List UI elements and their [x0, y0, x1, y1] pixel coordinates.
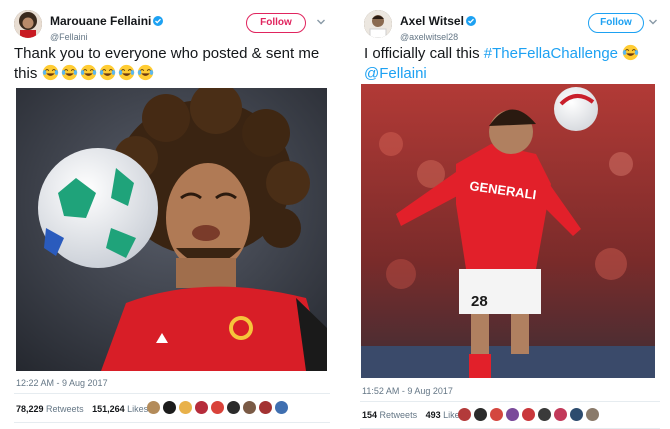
liker-avatar[interactable]	[554, 408, 567, 421]
liker-avatar[interactable]	[211, 401, 224, 414]
divider	[14, 422, 330, 423]
tweet-text: I officially call this #TheFellaChalleng…	[364, 44, 660, 84]
tweet-card-witsel: Axel Witsel @axelwitsel28 Follow I offic…	[350, 0, 670, 429]
avatar[interactable]	[14, 10, 42, 38]
liker-avatar[interactable]	[490, 408, 503, 421]
liker-avatar[interactable]	[147, 401, 160, 414]
liker-avatar[interactable]	[195, 401, 208, 414]
author-names: Marouane Fellaini @Fellaini	[50, 12, 164, 43]
retweets-stat[interactable]: 154 Retweets	[362, 410, 417, 420]
retweets-label: Retweets	[379, 410, 418, 420]
display-name[interactable]: Axel Witsel	[400, 14, 464, 28]
chevron-down-icon[interactable]	[648, 17, 658, 27]
follow-button[interactable]: Follow	[588, 13, 644, 33]
liker-avatar[interactable]	[474, 408, 487, 421]
likes-count: 493	[425, 410, 441, 420]
divider	[14, 393, 330, 394]
liker-avatar[interactable]	[458, 408, 471, 421]
tweet-header: Marouane Fellaini @Fellaini Follow	[14, 10, 330, 44]
tweet-timestamp[interactable]: 11:52 AM - 9 Aug 2017	[362, 386, 453, 396]
retweets-count: 154	[362, 410, 378, 420]
handle[interactable]: @axelwitsel28	[400, 31, 476, 43]
tweet-card-fellaini: Marouane Fellaini @Fellaini Follow Thank…	[0, 0, 338, 429]
tweet-timestamp[interactable]: 12:22 AM - 9 Aug 2017	[16, 378, 108, 388]
likes-stat[interactable]: 151,264 Likes	[92, 404, 148, 414]
liker-avatars	[147, 401, 291, 414]
football-header-photo-icon	[16, 88, 327, 371]
liker-avatar[interactable]	[522, 408, 535, 421]
follow-button[interactable]: Follow	[246, 13, 306, 33]
football-header-photo-icon: GENERALI 28	[361, 84, 655, 378]
divider	[360, 401, 660, 402]
likes-count: 151,264	[92, 404, 125, 414]
verified-badge-icon	[153, 16, 164, 26]
author-names: Axel Witsel @axelwitsel28	[400, 12, 476, 43]
liker-avatar[interactable]	[179, 401, 192, 414]
retweets-count: 78,229	[16, 404, 44, 414]
avatar[interactable]	[364, 10, 392, 38]
liker-avatar[interactable]	[275, 401, 288, 414]
avatar-image	[14, 10, 42, 38]
liker-avatar[interactable]	[538, 408, 551, 421]
chevron-down-icon[interactable]	[316, 17, 326, 27]
liker-avatar[interactable]	[259, 401, 272, 414]
liker-avatar[interactable]	[586, 408, 599, 421]
liker-avatars	[458, 408, 602, 421]
jersey-number: 28	[471, 293, 488, 310]
display-name[interactable]: Marouane Fellaini	[50, 14, 151, 28]
mention-link[interactable]: @Fellaini	[364, 65, 427, 82]
liker-avatar[interactable]	[163, 401, 176, 414]
liker-avatar[interactable]	[243, 401, 256, 414]
retweets-stat[interactable]: 78,229 Retweets	[16, 404, 84, 414]
avatar-image	[364, 10, 392, 38]
liker-avatar[interactable]	[570, 408, 583, 421]
tweet-photo[interactable]: GENERALI 28	[361, 84, 655, 378]
liker-avatar[interactable]	[506, 408, 519, 421]
engagement-stats: 78,229 Retweets 151,264 Likes	[16, 404, 154, 414]
verified-badge-icon	[465, 16, 476, 26]
liker-avatar[interactable]	[227, 401, 240, 414]
handle[interactable]: @Fellaini	[50, 31, 163, 43]
engagement-stats: 154 Retweets 493 Likes	[362, 410, 470, 420]
tears-of-joy-emoji-icon	[42, 64, 156, 82]
tweet-text: Thank you to everyone who posted & sent …	[14, 44, 328, 84]
likes-label: Likes	[127, 404, 149, 414]
retweets-label: Retweets	[46, 404, 84, 414]
tweet-photo[interactable]	[16, 88, 327, 371]
tweet-header: Axel Witsel @axelwitsel28 Follow	[364, 10, 662, 44]
hashtag-link[interactable]: #TheFellaChallenge	[484, 45, 618, 62]
tweet-body: I officially call this	[364, 45, 484, 62]
tears-of-joy-emoji-icon	[622, 44, 641, 62]
